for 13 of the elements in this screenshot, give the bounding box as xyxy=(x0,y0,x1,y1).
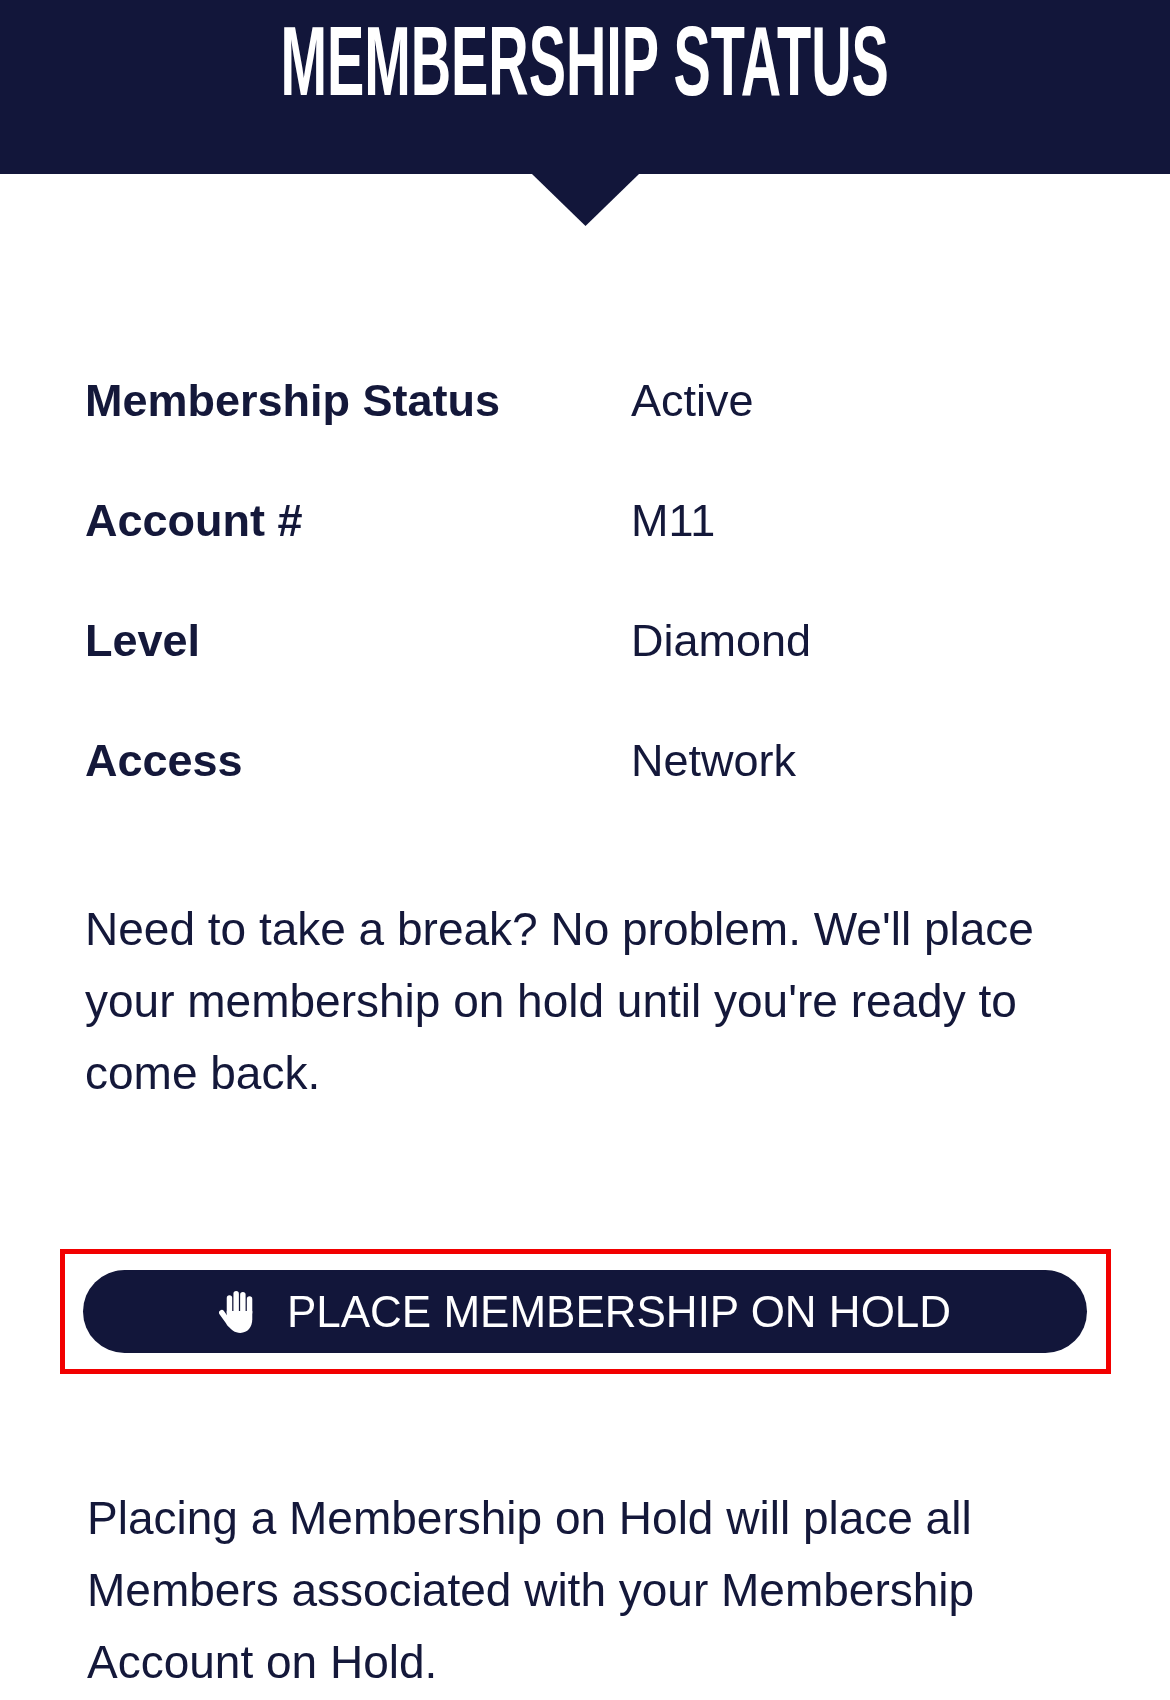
field-value: Diamond xyxy=(631,614,812,668)
field-label: Access xyxy=(85,734,244,788)
hand-icon xyxy=(218,1290,255,1333)
field-value: Network xyxy=(631,734,797,788)
field-label: Membership Status xyxy=(85,374,502,428)
field-value: Active xyxy=(631,374,754,428)
page-title: MEMBERSHIP STATUS xyxy=(280,12,890,110)
field-value: M11 xyxy=(631,494,716,548)
field-label: Account # xyxy=(85,494,304,548)
intro-text: Need to take a break? No problem. We'll place your membership on hold until you're ready to come back. xyxy=(85,902,1035,1101)
info-note: Placing a Membership on Hold will place all Members associated with your Membership Account on Hold. xyxy=(87,1491,976,1690)
hold-button[interactable]: PLACE MEMBERSHIP ON HOLD xyxy=(83,1270,1087,1353)
field-label: Level xyxy=(85,614,202,668)
